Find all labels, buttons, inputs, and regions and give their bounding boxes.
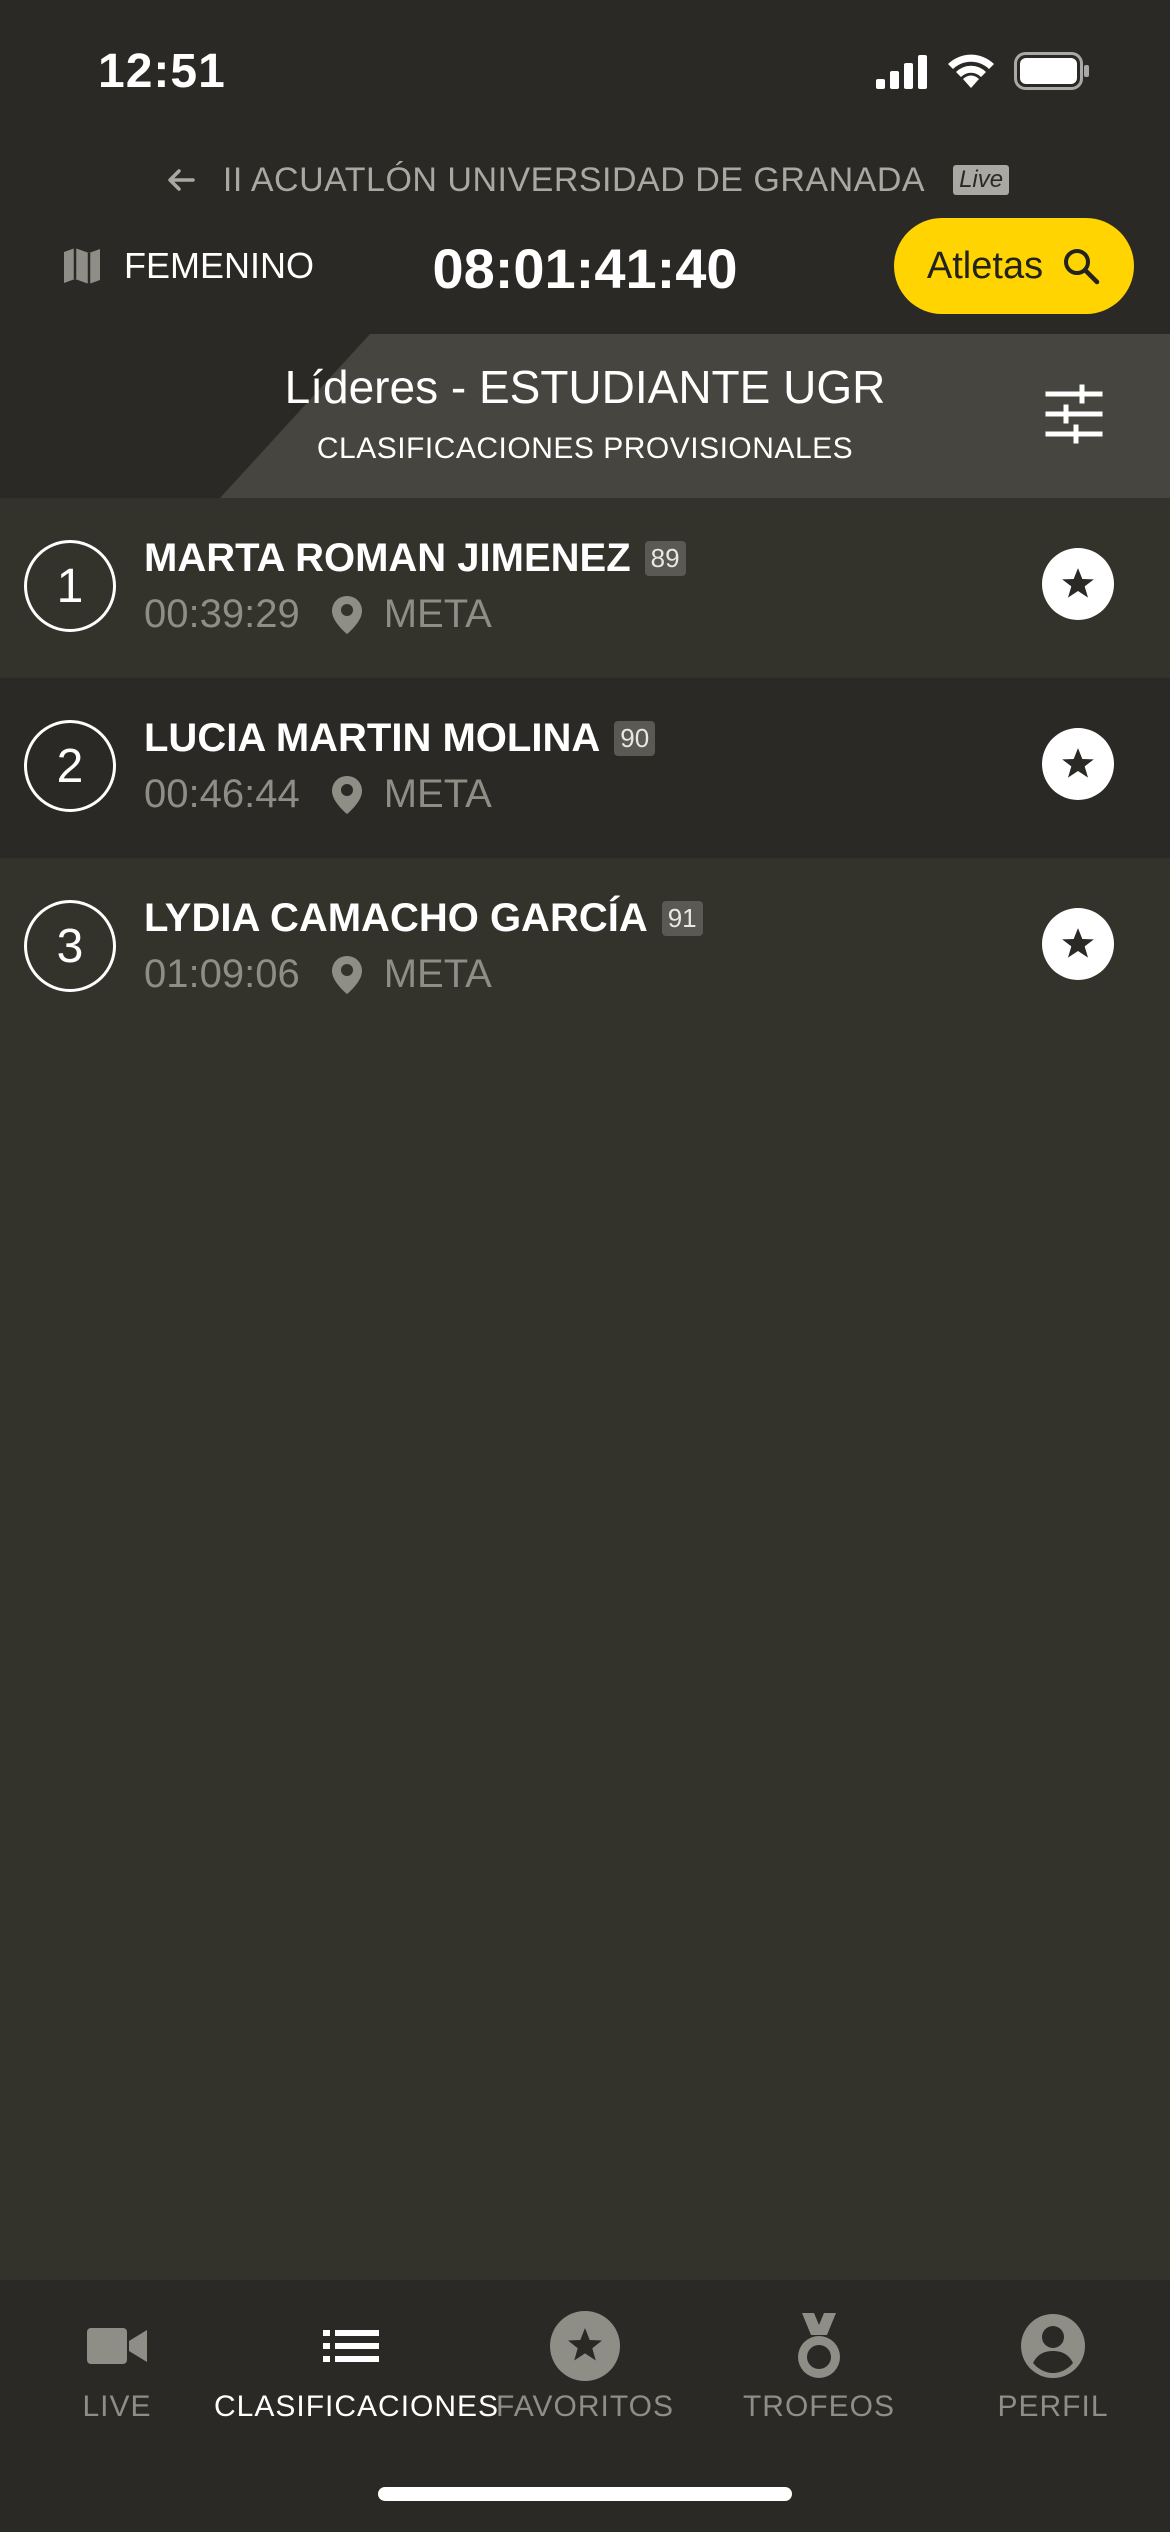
star-icon (1062, 748, 1094, 778)
tab-label: TROFEOS (742, 2390, 895, 2423)
location-pin-icon (331, 955, 362, 994)
status-time: 12:51 (98, 45, 226, 98)
leaders-title: Líderes - ESTUDIANTE UGR (284, 361, 886, 413)
bib-number: 91 (661, 901, 703, 936)
athlete-location: META (383, 952, 492, 996)
battery-icon (1014, 52, 1089, 90)
athletes-search-button[interactable]: Atletas (894, 218, 1134, 314)
position-badge: 1 (24, 540, 116, 632)
search-icon (1064, 249, 1100, 285)
athletes-button-label: Atletas (926, 244, 1044, 287)
tab-label: PERFIL (997, 2390, 1109, 2423)
bib-number: 89 (644, 541, 686, 576)
signal-icon (876, 55, 927, 89)
leaders-header-bg (220, 334, 1170, 498)
athlete-meta: 01:09:06 META (144, 952, 492, 997)
tab-label: CLASIFICACIONES (214, 2390, 500, 2423)
athlete-time: 00:39:29 (144, 592, 300, 636)
tab-favoritos[interactable]: FAVORITOS (468, 2280, 702, 2460)
result-row[interactable]: 1 MARTA ROMAN JIMENEZ 89 00:39:29 META (0, 498, 1170, 678)
star-icon (550, 2311, 620, 2381)
favorite-button[interactable] (1042, 728, 1114, 800)
athlete-location: META (383, 772, 492, 816)
event-header: II ACUATLÓN UNIVERSIDAD DE GRANADA Live … (0, 140, 1170, 334)
medal-icon (798, 2313, 840, 2378)
status-bar: 12:51 (0, 0, 1170, 140)
athlete-time: 00:46:44 (144, 772, 300, 816)
list-icon (323, 2330, 379, 2362)
position-badge: 2 (24, 720, 116, 812)
status-icons (876, 52, 1090, 90)
back-arrow-icon[interactable] (161, 160, 201, 200)
athlete-name-row: LUCIA MARTIN MOLINA 90 (144, 716, 656, 761)
position-badge: 3 (24, 900, 116, 992)
athlete-time: 01:09:06 (144, 952, 300, 996)
tab-live[interactable]: LIVE (0, 2280, 234, 2460)
athlete-meta: 00:39:29 META (144, 592, 492, 637)
result-row[interactable]: 3 LYDIA CAMACHO GARCÍA 91 01:09:06 META (0, 858, 1170, 1038)
wifi-icon (948, 54, 994, 88)
tab-perfil[interactable]: PERFIL (936, 2280, 1170, 2460)
athlete-meta: 00:46:44 META (144, 772, 492, 817)
bib-number: 90 (614, 721, 656, 756)
event-title[interactable]: II ACUATLÓN UNIVERSIDAD DE GRANADA (223, 161, 925, 200)
favorite-button[interactable] (1042, 908, 1114, 980)
star-icon (1062, 568, 1094, 598)
athlete-name: MARTA ROMAN JIMENEZ (144, 536, 631, 580)
tab-label: FAVORITOS (496, 2390, 674, 2423)
result-row[interactable]: 2 LUCIA MARTIN MOLINA 90 00:46:44 META (0, 678, 1170, 858)
filter-icon[interactable] (1044, 384, 1104, 444)
event-title-row: II ACUATLÓN UNIVERSIDAD DE GRANADA Live (0, 150, 1170, 210)
location-pin-icon (331, 775, 362, 814)
live-badge: Live (953, 165, 1010, 195)
home-indicator[interactable] (378, 2487, 792, 2501)
tab-clasificaciones[interactable]: CLASIFICACIONES (214, 2280, 498, 2460)
star-icon (1062, 928, 1094, 958)
account-icon (1021, 2314, 1085, 2378)
location-pin-icon (331, 595, 362, 634)
athlete-name-row: LYDIA CAMACHO GARCÍA 91 (144, 896, 703, 941)
leaders-subtitle: CLASIFICACIONES PROVISIONALES (316, 432, 854, 465)
athlete-name: LYDIA CAMACHO GARCÍA (144, 896, 648, 940)
athlete-name-row: MARTA ROMAN JIMENEZ 89 (144, 536, 686, 581)
leaders-header: Líderes - ESTUDIANTE UGR CLASIFICACIONES… (0, 334, 1170, 498)
favorite-button[interactable] (1042, 548, 1114, 620)
tab-trofeos[interactable]: TROFEOS (702, 2280, 936, 2460)
video-camera-icon (87, 2328, 147, 2364)
athlete-location: META (383, 592, 492, 636)
athlete-name: LUCIA MARTIN MOLINA (144, 716, 601, 760)
